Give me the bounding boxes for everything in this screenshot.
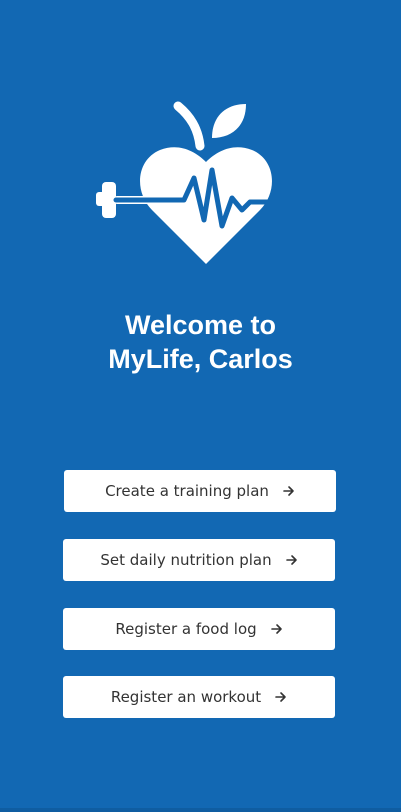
- register-workout-button[interactable]: Register an workout: [63, 676, 335, 718]
- set-nutrition-plan-label: Set daily nutrition plan: [100, 551, 272, 569]
- register-food-log-label: Register a food log: [115, 620, 257, 638]
- arrow-right-icon: [283, 486, 294, 496]
- create-training-plan-button[interactable]: Create a training plan: [64, 470, 336, 512]
- welcome-line-1: Welcome to: [124, 310, 277, 340]
- welcome-heading: Welcome to MyLife, Carlos: [0, 308, 401, 376]
- arrow-right-icon: [275, 692, 286, 702]
- welcome-screen: Welcome to MyLife, Carlos Create a train…: [0, 0, 401, 812]
- register-workout-label: Register an workout: [110, 688, 262, 706]
- create-training-plan-label: Create a training plan: [105, 482, 269, 500]
- welcome-line-2: MyLife, Carlos: [108, 344, 293, 374]
- register-food-log-button[interactable]: Register a food log: [63, 608, 335, 650]
- set-nutrition-plan-button[interactable]: Set daily nutrition plan: [63, 539, 335, 581]
- bottom-edge: [0, 808, 401, 812]
- app-logo-icon: [94, 98, 275, 266]
- arrow-right-icon: [270, 624, 282, 634]
- arrow-right-icon: [285, 555, 297, 565]
